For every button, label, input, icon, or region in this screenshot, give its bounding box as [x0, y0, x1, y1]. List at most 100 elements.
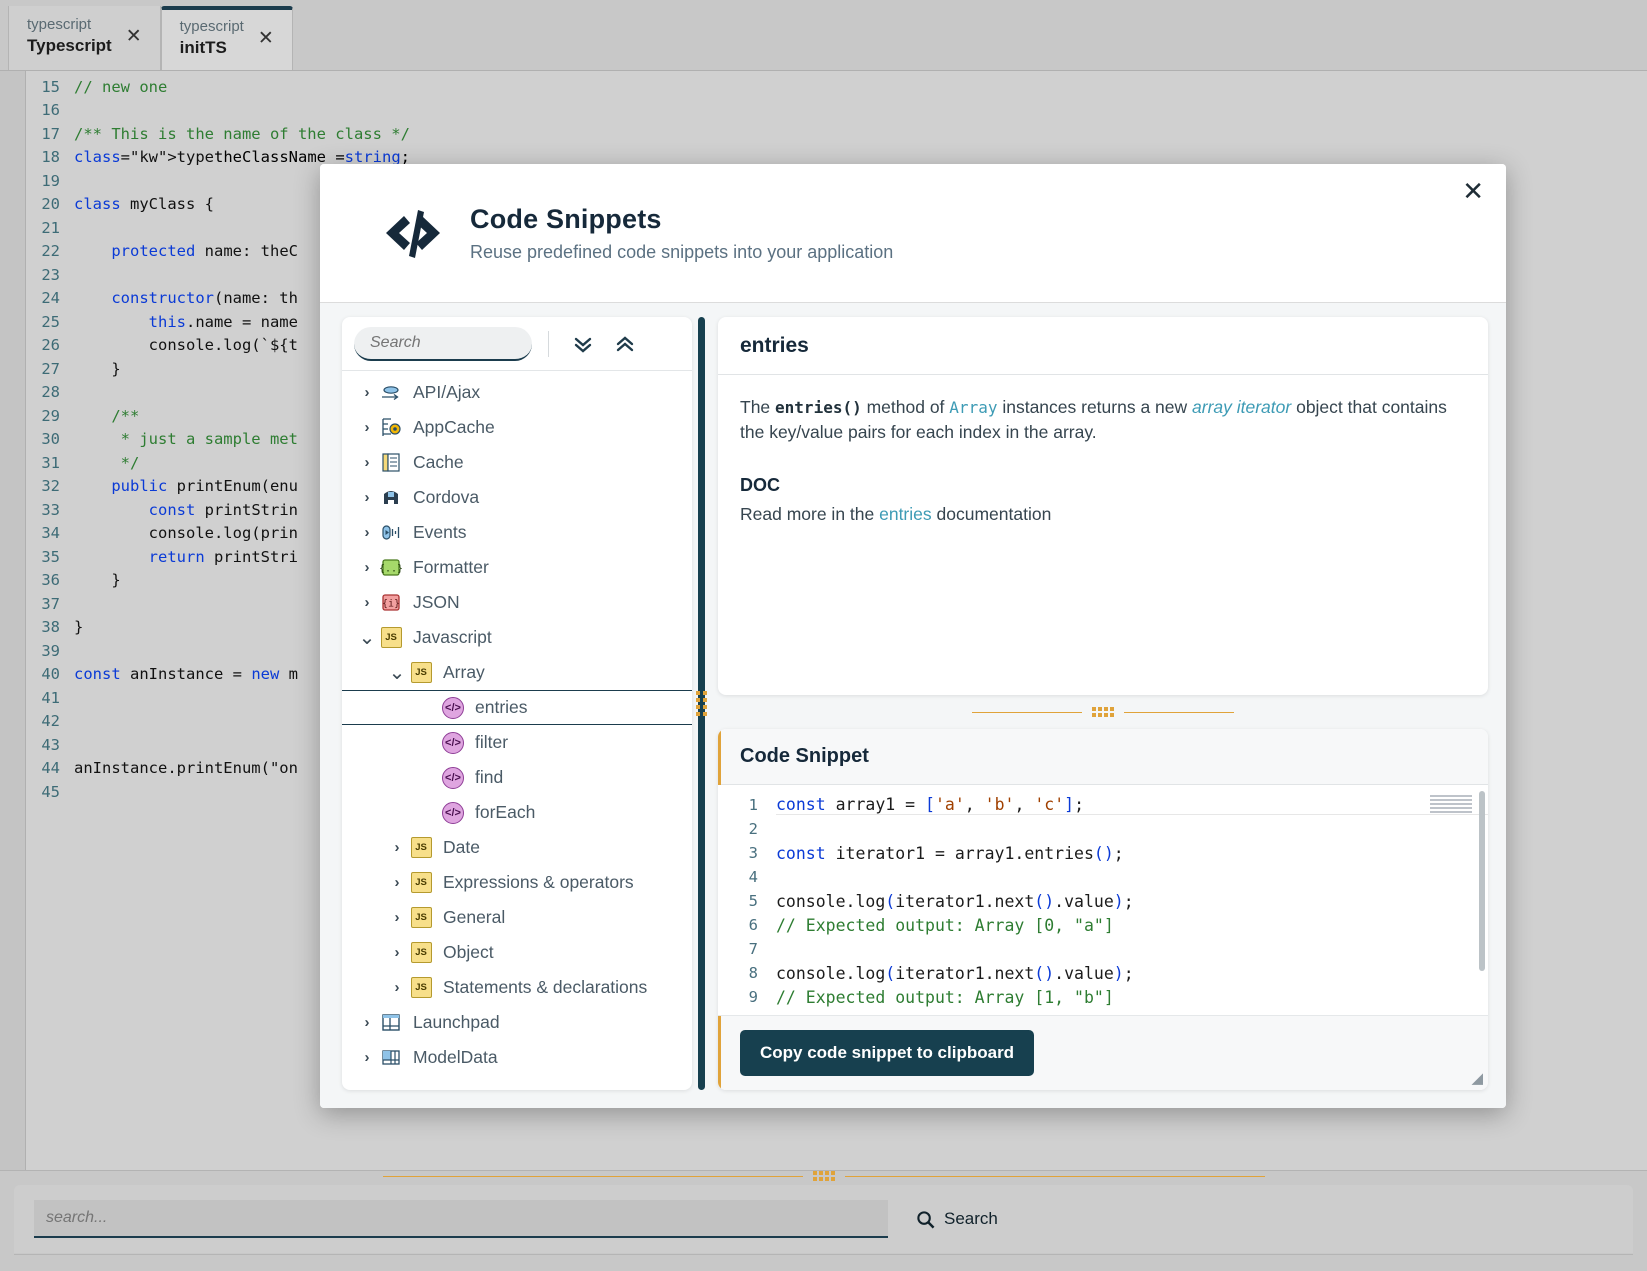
tree-item-json[interactable]: › {i} JSON: [342, 585, 692, 620]
chevron-right-icon[interactable]: ›: [386, 874, 408, 891]
chevron-right-icon[interactable]: ›: [386, 839, 408, 856]
tree-item-cache[interactable]: › Cache: [342, 445, 692, 480]
tree-search-field[interactable]: [354, 326, 580, 361]
search-input[interactable]: [34, 1200, 888, 1238]
code-line-number: 3: [748, 844, 758, 862]
code-scrollbar[interactable]: [1479, 791, 1485, 971]
editor-tab-initts[interactable]: typescript initTS ✕: [160, 6, 293, 70]
code-snippets-dialog: ✕ Code Snippets Reuse predefined code sn…: [320, 164, 1506, 1108]
tree-item-foreach[interactable]: </> forEach: [342, 795, 692, 830]
code-line-text: const iterator1 = array1.entries();: [776, 843, 1124, 863]
code-snippet-editor[interactable]: 1 const array1 = ['a', 'b', 'c']; 2 3 const …: [718, 785, 1488, 1016]
dialog-subtitle: Reuse predefined code snippets into your…: [470, 241, 894, 262]
tree-item-javascript[interactable]: ⌄ JS Javascript: [342, 620, 692, 655]
documentation-doc-line: Read more in the entries documentation: [740, 502, 1466, 527]
code-line-number: 2: [748, 820, 758, 838]
tree-search-input[interactable]: [368, 332, 580, 353]
js-icon: JS: [380, 627, 402, 648]
code-line: 1 const array1 = ['a', 'b', 'c'];: [718, 793, 1488, 817]
cache-icon: [382, 453, 400, 472]
chevron-right-icon[interactable]: ›: [356, 419, 378, 436]
copy-snippet-button[interactable]: Copy code snippet to clipboard: [740, 1030, 1035, 1076]
chevron-down-icon[interactable]: ⌄: [386, 663, 408, 683]
doc-text-fragment: The: [740, 397, 776, 417]
collapse-all-button[interactable]: [607, 328, 643, 360]
tree-item-formatter[interactable]: › {..} Formatter: [342, 550, 692, 585]
chevron-right-icon[interactable]: ›: [356, 454, 378, 471]
chevron-right-icon[interactable]: ›: [356, 524, 378, 541]
editor-line: 16: [0, 99, 1647, 123]
tree-item-entries[interactable]: </> entries: [342, 690, 692, 725]
bottom-splitter[interactable]: [0, 1165, 1647, 1187]
doc-text-fragment: documentation: [931, 503, 1052, 524]
chevrons-up-icon: [616, 335, 634, 351]
chevron-right-icon[interactable]: ›: [356, 559, 378, 576]
code-snippet-footer: Copy code snippet to clipboard ◢: [718, 1016, 1488, 1090]
code-line-number: 5: [748, 892, 758, 910]
line-code: }: [74, 359, 121, 378]
vertical-splitter[interactable]: [692, 317, 710, 1090]
splitter-grip-icon[interactable]: [812, 1171, 835, 1181]
line-code: }: [74, 571, 121, 590]
doc-text-fragment[interactable]: entries: [879, 504, 932, 524]
chevron-right-icon[interactable]: ›: [356, 594, 378, 611]
chevron-right-icon[interactable]: ›: [356, 384, 378, 401]
modeldata-icon: [382, 1050, 400, 1065]
line-code: // new one: [74, 77, 168, 96]
line-code: console.log(`${t: [74, 336, 298, 355]
events-icon: [382, 525, 400, 540]
tree-item-label: JSON: [413, 592, 460, 612]
tree-item-launchpad[interactable]: › Launchpad: [342, 1005, 692, 1040]
documentation-header: entries: [718, 317, 1488, 375]
tree-item-cordova[interactable]: › Cordova: [342, 480, 692, 515]
tree-item-array[interactable]: ⌄ JS Array: [342, 655, 692, 690]
code-line: 3 const iterator1 = array1.entries();: [718, 841, 1488, 865]
chevron-right-icon[interactable]: ›: [356, 1014, 378, 1031]
tree-item-object[interactable]: › JS Object: [342, 935, 692, 970]
detail-column: entries The entries() method of Array in…: [710, 317, 1488, 1090]
tree-item-modeldata[interactable]: › ModelData: [342, 1040, 692, 1075]
close-icon[interactable]: ✕: [122, 25, 146, 48]
editor-tab-typescript[interactable]: typescript Typescript ✕: [8, 6, 161, 70]
splitter-grip-icon[interactable]: [695, 691, 707, 716]
line-code: console.log(prin: [74, 524, 298, 543]
tree-item-date[interactable]: › JS Date: [342, 830, 692, 865]
tree-item-label: Expressions & operators: [443, 872, 634, 892]
tree-item-filter[interactable]: </> filter: [342, 725, 692, 760]
tree-item-appcache[interactable]: › AppCache: [342, 410, 692, 445]
horizontal-splitter[interactable]: [718, 695, 1488, 729]
tree-item-label: Formatter: [413, 557, 489, 577]
code-line: 2: [718, 817, 1488, 841]
resize-handle-icon[interactable]: ◢: [1471, 1069, 1483, 1087]
tree-item-label: Array: [443, 662, 485, 682]
tree-item-label: forEach: [475, 802, 536, 822]
close-icon[interactable]: ✕: [254, 27, 278, 50]
editor-left-strip: [0, 71, 26, 1170]
line-code: class myClass {: [74, 195, 214, 214]
tree-item-api-ajax[interactable]: › API/Ajax: [342, 375, 692, 410]
search-button[interactable]: Search: [916, 1209, 998, 1229]
close-icon[interactable]: ✕: [1462, 178, 1484, 204]
chevron-down-icon[interactable]: ⌄: [356, 628, 378, 648]
chevron-right-icon[interactable]: ›: [356, 489, 378, 506]
chevron-right-icon[interactable]: ›: [386, 909, 408, 926]
code-line: 7: [718, 937, 1488, 961]
documentation-card: entries The entries() method of Array in…: [718, 317, 1488, 695]
tree-item-find[interactable]: </> find: [342, 760, 692, 795]
code-line-number: 6: [748, 916, 758, 934]
svg-text:{i}: {i}: [382, 599, 400, 610]
tree-item-expressions-operators[interactable]: › JS Expressions & operators: [342, 865, 692, 900]
tree-item-events[interactable]: › Events: [342, 515, 692, 550]
code-brackets-icon: [386, 210, 440, 258]
tree-item-general[interactable]: › JS General: [342, 900, 692, 935]
dialog-title: Code Snippets: [470, 203, 662, 234]
tree-item-label: Launchpad: [413, 1012, 500, 1032]
chevron-right-icon[interactable]: ›: [386, 944, 408, 961]
snippet-tree[interactable]: › API/Ajax › AppCache › Cache › Cordova › Events ›…: [342, 371, 692, 1090]
splitter-grip-icon[interactable]: [1092, 707, 1114, 717]
chevron-right-icon[interactable]: ›: [386, 979, 408, 996]
chevron-right-icon[interactable]: ›: [356, 1049, 378, 1066]
api-ajax-icon: [382, 385, 399, 400]
dialog-header: ✕ Code Snippets Reuse predefined code sn…: [320, 164, 1506, 303]
tree-item-statements-declarations[interactable]: › JS Statements & declarations: [342, 970, 692, 1005]
